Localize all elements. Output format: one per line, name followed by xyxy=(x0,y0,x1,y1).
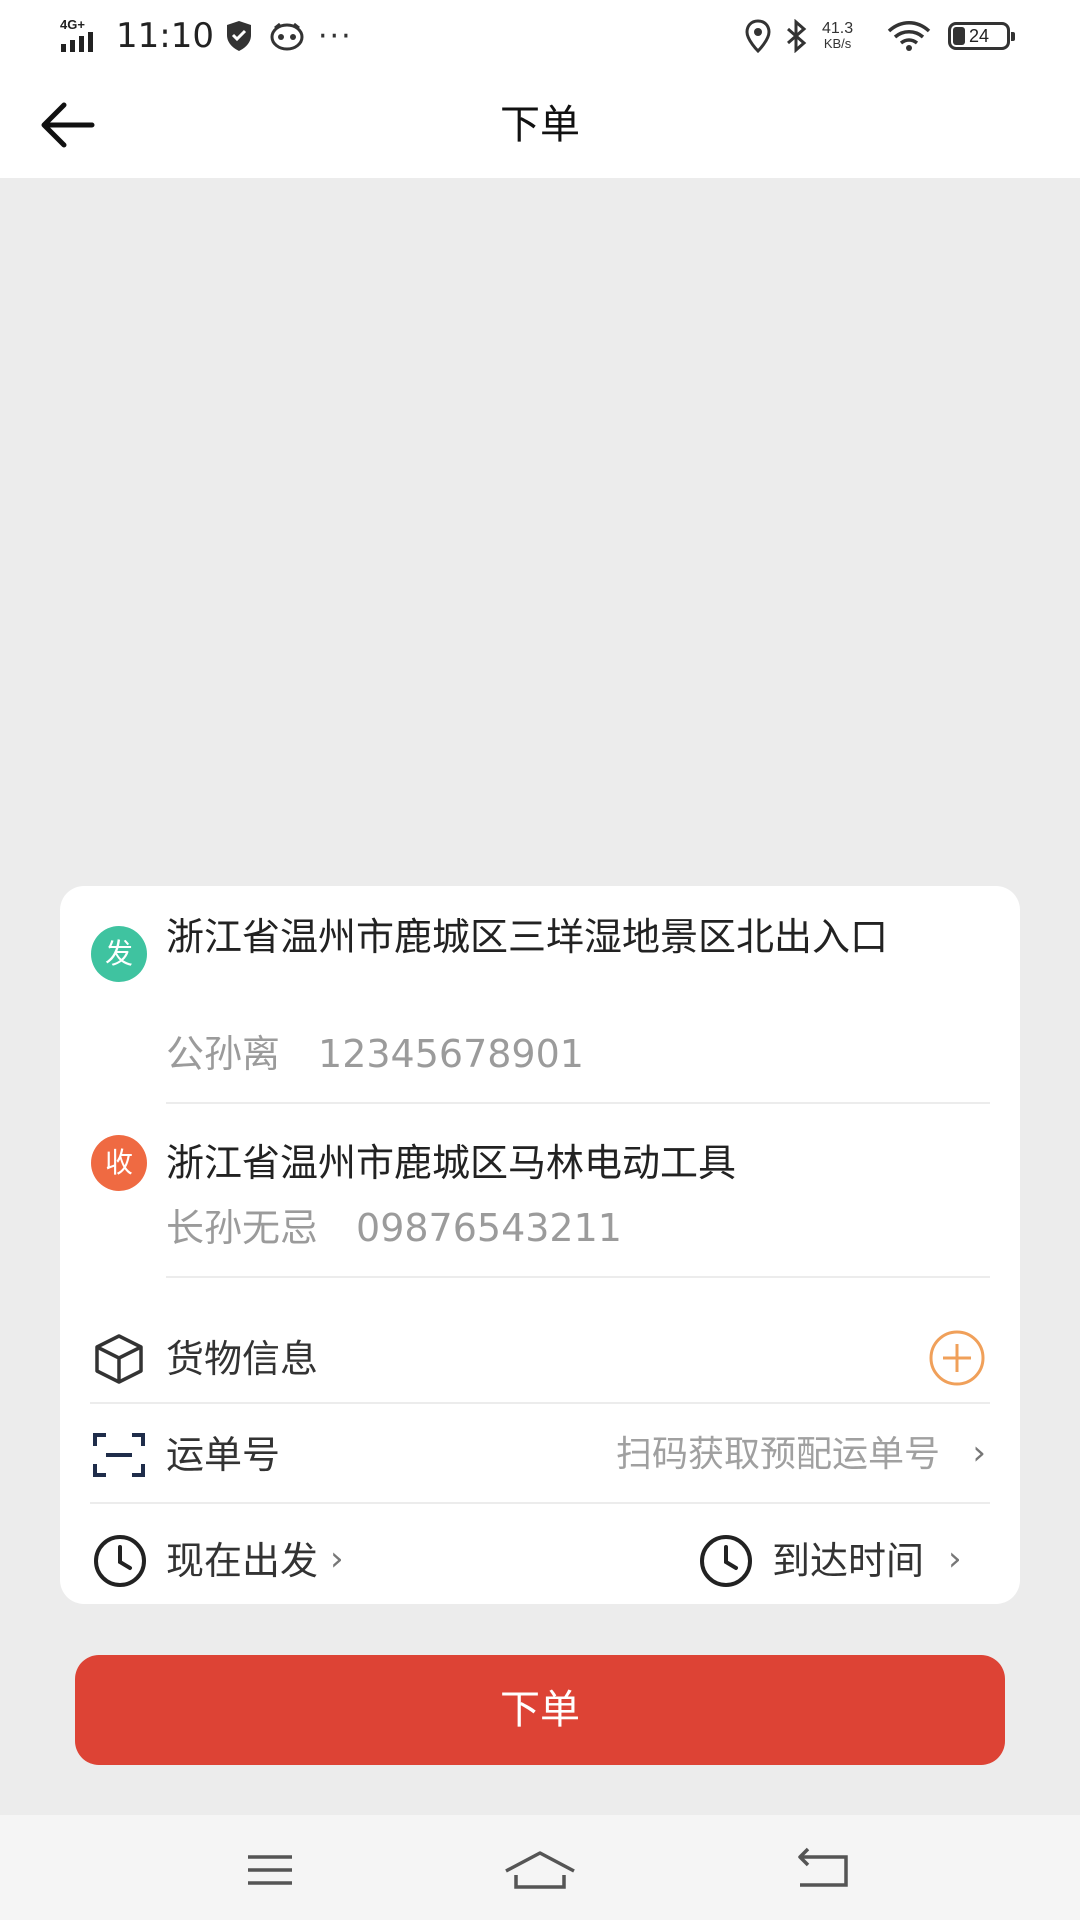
add-cargo-button[interactable] xyxy=(929,1330,985,1386)
status-time: 11:10 xyxy=(116,16,214,56)
box-icon xyxy=(95,1334,143,1384)
app-face-icon xyxy=(270,0,304,72)
sender-phone: 12345678901 xyxy=(318,1032,584,1076)
home-icon xyxy=(505,1851,575,1889)
nav-bar: 下单 xyxy=(0,72,1080,178)
sender-contact[interactable]: 公孙离 12345678901 xyxy=(166,1032,584,1076)
back-system-button[interactable] xyxy=(784,1845,864,1895)
scan-icon xyxy=(93,1433,145,1477)
svg-text:4G+: 4G+ xyxy=(60,17,85,32)
sender-badge: 发 xyxy=(91,926,147,982)
battery-icon: 24 xyxy=(948,22,1015,50)
sender-name: 公孙离 xyxy=(166,1032,281,1076)
system-nav-bar xyxy=(0,1815,1080,1920)
page-title: 下单 xyxy=(500,102,580,148)
shield-icon xyxy=(224,0,254,72)
menu-button[interactable] xyxy=(230,1845,310,1895)
signal-icon: 4G+ xyxy=(60,17,93,52)
chevron-right-icon: › xyxy=(330,1539,344,1579)
sender-address[interactable]: 浙江省温州市鹿城区三垟湿地景区北出入口 xyxy=(166,916,986,958)
arrive-label: 到达时间 xyxy=(772,1539,925,1583)
divider xyxy=(166,1102,990,1104)
chevron-right-icon: › xyxy=(948,1539,962,1579)
more-indicator: ··· xyxy=(318,18,353,54)
order-card: 发 浙江省温州市鹿城区三垟湿地景区北出入口 公孙离 12345678901 收 浙… xyxy=(60,886,1020,1604)
waybill-label: 运单号 xyxy=(166,1433,281,1477)
submit-order-button[interactable]: 下单 xyxy=(75,1655,1005,1765)
menu-icon xyxy=(248,1855,292,1885)
plus-circle-icon xyxy=(929,1330,985,1386)
net-speed-unit: KB/s xyxy=(823,36,852,51)
arrive-time-button[interactable]: 到达时间 › xyxy=(698,1528,998,1594)
map-area[interactable] xyxy=(0,178,1080,878)
receiver-phone: 09876543211 xyxy=(356,1206,622,1250)
status-bar: 4G+ 11:10 ··· 41.3 KB/s 24 xyxy=(0,0,1080,72)
clock-icon xyxy=(700,1535,752,1587)
return-icon xyxy=(798,1847,848,1887)
clock-icon xyxy=(94,1535,146,1587)
battery-indicator: 24 xyxy=(948,0,1015,72)
receiver-address[interactable]: 浙江省温州市鹿城区马林电动工具 xyxy=(166,1142,986,1184)
divider xyxy=(90,1502,990,1504)
chevron-right-icon: › xyxy=(972,1433,986,1473)
divider xyxy=(90,1402,990,1404)
cargo-row[interactable]: 货物信息 xyxy=(60,1306,1020,1410)
receiver-badge: 收 xyxy=(91,1135,147,1191)
battery-level: 24 xyxy=(968,26,990,46)
receiver-contact[interactable]: 长孙无忌 09876543211 xyxy=(166,1206,622,1250)
depart-label: 现在出发 xyxy=(166,1539,319,1583)
signal-group: 4G+ xyxy=(60,0,106,72)
receiver-name: 长孙无忌 xyxy=(166,1206,319,1250)
net-speed-value: 41.3 xyxy=(822,20,854,37)
depart-time-button[interactable]: 现在出发 › xyxy=(92,1528,402,1594)
divider xyxy=(166,1276,990,1278)
waybill-scan-link[interactable]: 扫码获取预配运单号 xyxy=(616,1432,940,1478)
home-button[interactable] xyxy=(500,1845,580,1895)
bluetooth-icon xyxy=(784,0,808,72)
wifi-icon xyxy=(886,0,932,72)
net-speed: 41.3 KB/s xyxy=(822,0,853,72)
location-icon xyxy=(744,0,772,72)
cargo-label: 货物信息 xyxy=(166,1337,319,1381)
